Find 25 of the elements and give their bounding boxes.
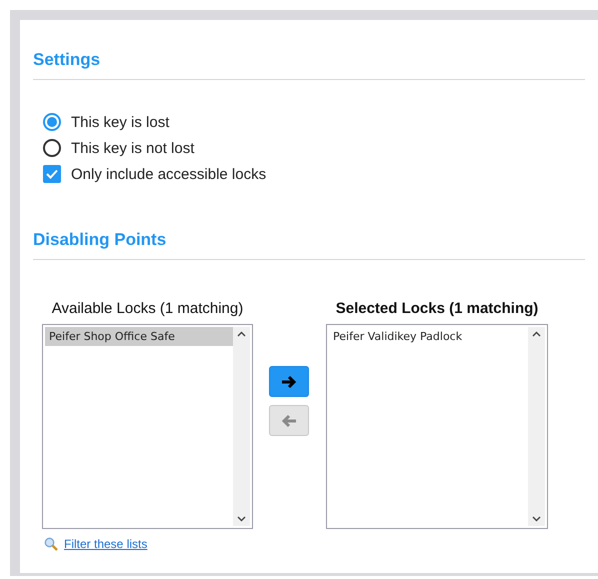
- section-heading: Settings: [33, 30, 585, 80]
- option-label: Only include accessible locks: [71, 166, 266, 182]
- right-arrow-icon: [281, 374, 297, 388]
- list-label: Available Locks (1 matching): [52, 300, 244, 317]
- filter-link[interactable]: Filter these lists: [64, 537, 148, 551]
- checkbox[interactable]: [43, 165, 61, 183]
- scroll-up-icon[interactable]: [237, 331, 246, 337]
- section-heading: Disabling Points: [33, 210, 585, 260]
- scroll-down-icon[interactable]: [532, 516, 541, 522]
- option-label: This key is not lost: [71, 140, 194, 156]
- scroll-up-icon[interactable]: [532, 331, 541, 337]
- scrollbar[interactable]: [528, 327, 545, 526]
- lock-list[interactable]: Peifer Validikey Padlock: [326, 324, 548, 529]
- radio-button[interactable]: [43, 113, 61, 131]
- search-icon: [44, 537, 58, 551]
- scrollbar[interactable]: [233, 327, 250, 526]
- left-arrow-icon: [281, 414, 297, 428]
- radio-button[interactable]: [43, 139, 61, 157]
- lock-list[interactable]: Peifer Shop Office Safe: [42, 324, 253, 529]
- move-button[interactable]: [269, 366, 309, 397]
- option-label: This key is lost: [71, 114, 170, 130]
- list-label: Selected Locks (1 matching): [336, 300, 538, 317]
- list-item[interactable]: Peifer Shop Office Safe: [45, 327, 233, 346]
- scroll-down-icon[interactable]: [237, 516, 246, 522]
- list-item[interactable]: Peifer Validikey Padlock: [329, 327, 528, 346]
